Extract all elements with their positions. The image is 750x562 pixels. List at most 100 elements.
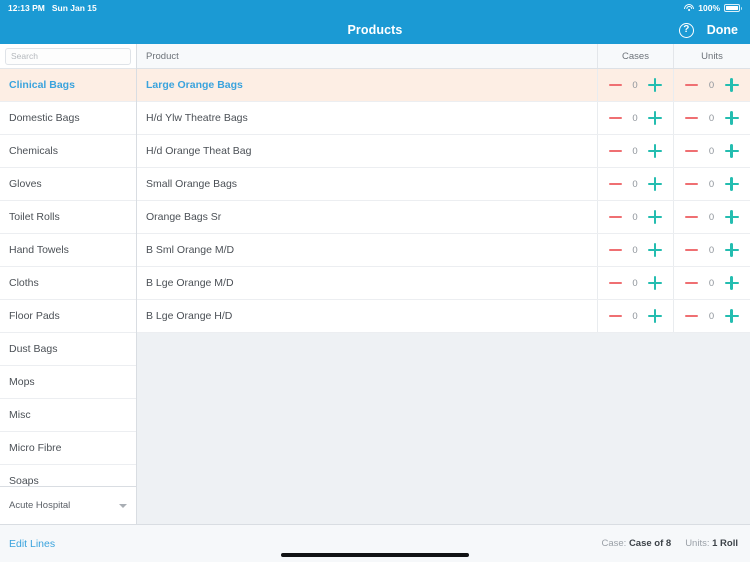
help-icon[interactable]: ? (678, 22, 694, 38)
plus-icon[interactable] (647, 111, 662, 125)
plus-icon[interactable] (724, 177, 739, 191)
cases-quantity[interactable]: 0 (632, 278, 637, 289)
sidebar-item-label: Clinical Bags (9, 79, 75, 91)
sidebar-item-label: Misc (9, 409, 31, 421)
site-selector-label: Acute Hospital (9, 500, 71, 511)
units-meta-value: 1 Roll (712, 538, 738, 549)
table-row[interactable]: Small Orange Bags 0 0 (137, 168, 750, 201)
table-row[interactable]: Orange Bags Sr 0 0 (137, 201, 750, 234)
sidebar-item-clinical-bags[interactable]: Clinical Bags (0, 69, 136, 102)
column-header-cases: Cases (597, 44, 673, 68)
units-quantity[interactable]: 0 (709, 113, 714, 124)
plus-icon[interactable] (724, 111, 739, 125)
units-stepper: 0 (673, 102, 750, 134)
plus-icon[interactable] (647, 78, 662, 92)
table-row[interactable]: H/d Orange Theat Bag 0 0 (137, 135, 750, 168)
cases-stepper: 0 (597, 267, 673, 299)
edit-lines-button[interactable]: Edit Lines (9, 538, 55, 550)
sidebar-item-toilet-rolls[interactable]: Toilet Rolls (0, 201, 136, 234)
units-stepper: 0 (673, 69, 750, 101)
plus-icon[interactable] (647, 144, 662, 158)
minus-icon[interactable] (609, 248, 623, 252)
plus-icon[interactable] (724, 276, 739, 290)
cases-stepper: 0 (597, 234, 673, 266)
cases-quantity[interactable]: 0 (632, 212, 637, 223)
content-area: Clinical Bags Domestic Bags Chemicals Glove… (0, 44, 750, 524)
chevron-down-icon (119, 503, 127, 508)
plus-icon[interactable] (647, 276, 662, 290)
site-selector[interactable]: Acute Hospital (0, 486, 136, 524)
minus-icon[interactable] (685, 281, 699, 285)
units-meta: Units: 1 Roll (685, 538, 738, 549)
minus-icon[interactable] (685, 314, 699, 318)
sidebar-item-label: Toilet Rolls (9, 211, 60, 223)
plus-icon[interactable] (647, 177, 662, 191)
minus-icon[interactable] (685, 83, 699, 87)
units-quantity[interactable]: 0 (709, 212, 714, 223)
cases-stepper: 0 (597, 201, 673, 233)
sidebar-item-dust-bags[interactable]: Dust Bags (0, 333, 136, 366)
table-row[interactable]: B Lge Orange H/D 0 0 (137, 300, 750, 333)
units-quantity[interactable]: 0 (709, 278, 714, 289)
sidebar-item-micro-fibre[interactable]: Micro Fibre (0, 432, 136, 465)
done-button[interactable]: Done (707, 23, 738, 37)
sidebar-item-floor-pads[interactable]: Floor Pads (0, 300, 136, 333)
minus-icon[interactable] (685, 116, 699, 120)
minus-icon[interactable] (609, 182, 623, 186)
cases-stepper: 0 (597, 102, 673, 134)
sidebar-item-chemicals[interactable]: Chemicals (0, 135, 136, 168)
sidebar-item-gloves[interactable]: Gloves (0, 168, 136, 201)
minus-icon[interactable] (685, 215, 699, 219)
units-quantity[interactable]: 0 (709, 311, 714, 322)
footer-meta: Case: Case of 8 Units: 1 Roll (601, 538, 738, 549)
minus-icon[interactable] (609, 314, 623, 318)
sidebar-item-hand-towels[interactable]: Hand Towels (0, 234, 136, 267)
sidebar-item-domestic-bags[interactable]: Domestic Bags (0, 102, 136, 135)
units-quantity[interactable]: 0 (709, 146, 714, 157)
plus-icon[interactable] (647, 243, 662, 257)
plus-icon[interactable] (724, 309, 739, 323)
battery-percent-label: 100% (698, 3, 721, 13)
navigation-bar: Products ? Done (0, 16, 750, 44)
sidebar-item-label: Hand Towels (9, 244, 69, 256)
table-row[interactable]: B Sml Orange M/D 0 0 (137, 234, 750, 267)
sidebar-item-misc[interactable]: Misc (0, 399, 136, 432)
cases-quantity[interactable]: 0 (632, 113, 637, 124)
units-quantity[interactable]: 0 (709, 80, 714, 91)
cases-quantity[interactable]: 0 (632, 179, 637, 190)
sidebar-item-cloths[interactable]: Cloths (0, 267, 136, 300)
plus-icon[interactable] (647, 309, 662, 323)
plus-icon[interactable] (724, 243, 739, 257)
table-row[interactable]: H/d Ylw Theatre Bags 0 0 (137, 102, 750, 135)
product-name: H/d Orange Theat Bag (146, 145, 252, 157)
minus-icon[interactable] (685, 248, 699, 252)
sidebar-item-mops[interactable]: Mops (0, 366, 136, 399)
units-stepper: 0 (673, 168, 750, 200)
minus-icon[interactable] (609, 149, 623, 153)
units-stepper: 0 (673, 234, 750, 266)
minus-icon[interactable] (609, 83, 623, 87)
cases-stepper: 0 (597, 69, 673, 101)
units-quantity[interactable]: 0 (709, 245, 714, 256)
cases-quantity[interactable]: 0 (632, 245, 637, 256)
minus-icon[interactable] (609, 116, 623, 120)
plus-icon[interactable] (647, 210, 662, 224)
sidebar-item-soaps[interactable]: Soaps (0, 465, 136, 486)
sidebar-item-label: Cloths (9, 277, 39, 289)
plus-icon[interactable] (724, 144, 739, 158)
minus-icon[interactable] (609, 215, 623, 219)
cases-quantity[interactable]: 0 (632, 146, 637, 157)
cases-stepper: 0 (597, 168, 673, 200)
minus-icon[interactable] (685, 182, 699, 186)
bottom-toolbar: Edit Lines Case: Case of 8 Units: 1 Roll (0, 524, 750, 562)
plus-icon[interactable] (724, 78, 739, 92)
minus-icon[interactable] (609, 281, 623, 285)
table-row[interactable]: B Lge Orange M/D 0 0 (137, 267, 750, 300)
units-quantity[interactable]: 0 (709, 179, 714, 190)
cases-quantity[interactable]: 0 (632, 80, 637, 91)
minus-icon[interactable] (685, 149, 699, 153)
cases-quantity[interactable]: 0 (632, 311, 637, 322)
plus-icon[interactable] (724, 210, 739, 224)
search-input[interactable] (5, 47, 131, 65)
table-row[interactable]: Large Orange Bags 0 0 (137, 69, 750, 102)
